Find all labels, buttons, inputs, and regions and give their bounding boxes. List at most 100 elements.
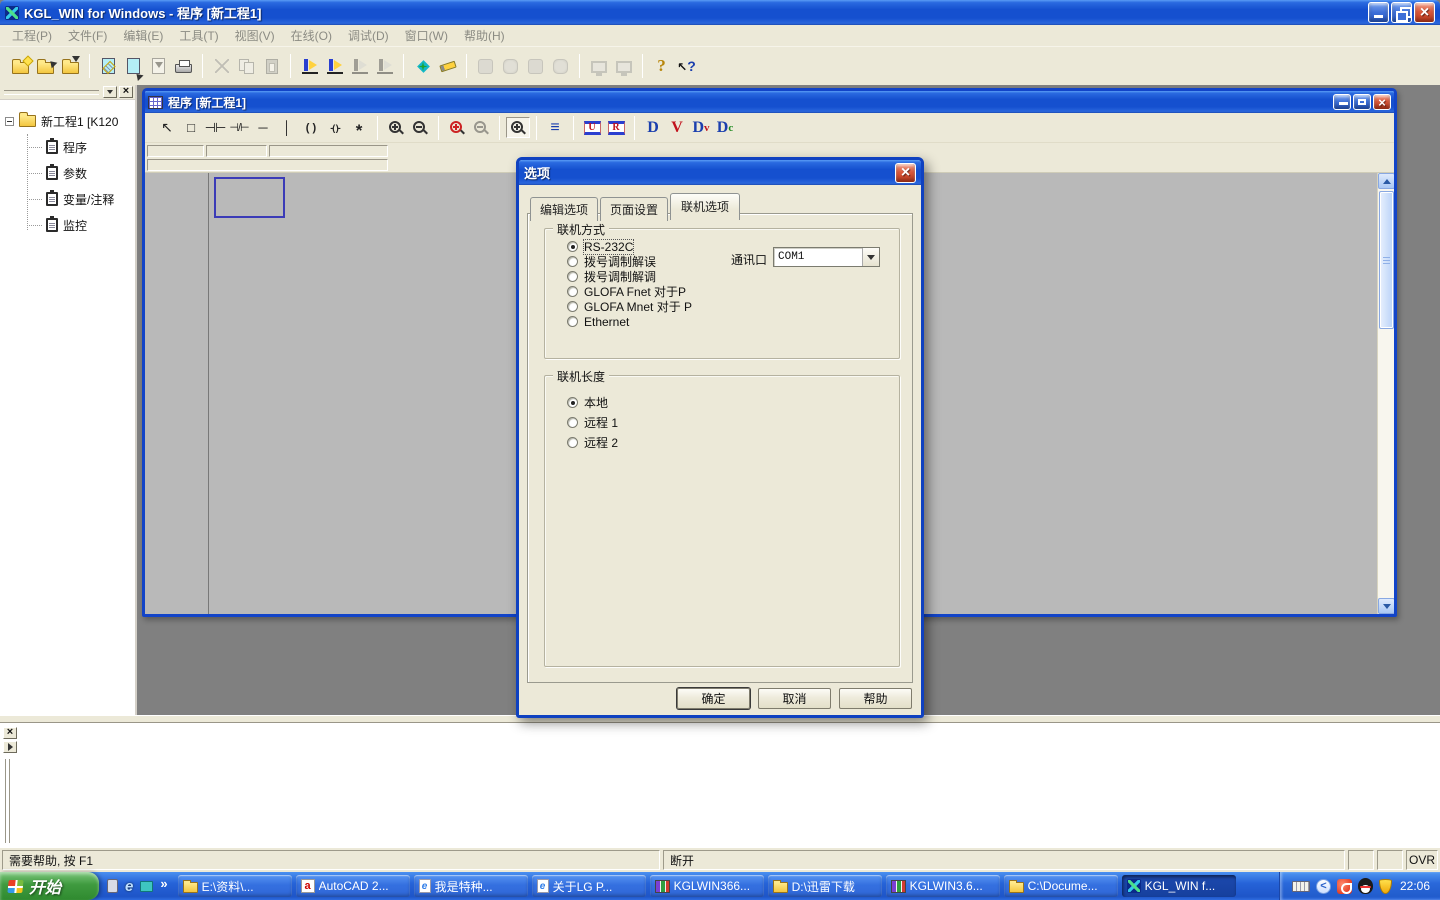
help-icon[interactable] bbox=[649, 54, 674, 78]
write-to-plc-icon[interactable] bbox=[586, 54, 611, 78]
output-grip[interactable] bbox=[5, 759, 10, 843]
task-winrar-2[interactable]: KGLWIN3.6... bbox=[886, 875, 1000, 897]
menu-edit[interactable]: 编辑(E) bbox=[115, 24, 171, 47]
menu-help[interactable]: 帮助(H) bbox=[456, 24, 513, 47]
task-autocad[interactable]: AutoCAD 2... bbox=[296, 875, 410, 897]
field-cell[interactable] bbox=[147, 145, 204, 157]
menu-file[interactable]: 文件(F) bbox=[60, 24, 115, 47]
red-app-icon[interactable] bbox=[1337, 879, 1352, 894]
zoom-normal-icon[interactable] bbox=[445, 117, 469, 138]
ok-button[interactable]: 确定 bbox=[677, 688, 750, 709]
zoom-in-icon[interactable] bbox=[384, 117, 408, 138]
menu-project[interactable]: 工程(P) bbox=[4, 24, 60, 47]
tab-page-setup[interactable]: 页面设置 bbox=[600, 197, 668, 221]
tree-item-parameters[interactable]: 参数 bbox=[0, 160, 135, 186]
function-block-icon[interactable] bbox=[347, 117, 371, 138]
start-button[interactable]: 开始 bbox=[0, 872, 99, 900]
zoom-out-icon[interactable] bbox=[408, 117, 432, 138]
coil-icon[interactable] bbox=[299, 117, 323, 138]
restore-button[interactable] bbox=[1391, 2, 1412, 23]
data-v-icon[interactable] bbox=[665, 117, 689, 138]
horizontal-line-icon[interactable] bbox=[251, 117, 275, 138]
qq-icon[interactable] bbox=[1358, 878, 1373, 894]
shield-icon[interactable] bbox=[1379, 879, 1392, 894]
insert-rung-alt-icon[interactable] bbox=[322, 54, 347, 78]
select-arrow-icon[interactable] bbox=[155, 117, 179, 138]
vertical-scrollbar[interactable] bbox=[1377, 173, 1394, 614]
delete-rung-alt-icon[interactable] bbox=[372, 54, 397, 78]
tab-edit-options[interactable]: 编辑选项 bbox=[530, 197, 598, 221]
task-kglwin[interactable]: KGL_WIN f... bbox=[1122, 875, 1236, 897]
collapse-icon[interactable] bbox=[5, 117, 14, 126]
print-icon[interactable] bbox=[171, 54, 196, 78]
chevron-left-icon[interactable] bbox=[1316, 879, 1331, 894]
desktop-icon[interactable] bbox=[140, 881, 153, 892]
contact-closed-icon[interactable] bbox=[227, 117, 251, 138]
paste-icon[interactable] bbox=[259, 54, 284, 78]
pause-icon[interactable] bbox=[523, 54, 548, 78]
radio-local[interactable]: 本地 bbox=[567, 392, 899, 412]
radio-remote-2[interactable]: 远程 2 bbox=[567, 432, 899, 452]
panel-dropdown-icon[interactable] bbox=[103, 86, 117, 98]
device-icon[interactable] bbox=[107, 879, 118, 893]
contact-open-icon[interactable] bbox=[203, 117, 227, 138]
menu-window[interactable]: 窗口(W) bbox=[397, 24, 456, 47]
delete-rung-icon[interactable] bbox=[347, 54, 372, 78]
scroll-down-icon[interactable] bbox=[1378, 598, 1394, 614]
vertical-line-icon[interactable] bbox=[275, 117, 299, 138]
task-browser-2[interactable]: 关于LG P... bbox=[532, 875, 646, 897]
menu-tools[interactable]: 工具(T) bbox=[171, 24, 226, 47]
tree-root[interactable]: 新工程1 [K120 bbox=[0, 108, 135, 134]
panel-close-icon[interactable] bbox=[119, 86, 133, 98]
coil-set-u-icon[interactable] bbox=[580, 117, 604, 138]
help-button[interactable]: 帮助 bbox=[839, 688, 912, 709]
open-program-icon[interactable] bbox=[121, 54, 146, 78]
task-explorer-c[interactable]: C:\Docume... bbox=[1004, 875, 1118, 897]
output-close-icon[interactable] bbox=[3, 727, 17, 739]
radio-glofa-fnet[interactable]: GLOFA Fnet 对于P bbox=[567, 284, 899, 299]
keyboard-icon[interactable] bbox=[1292, 881, 1310, 892]
read-from-plc-icon[interactable] bbox=[611, 54, 636, 78]
new-project-icon[interactable] bbox=[8, 54, 33, 78]
data-d-icon[interactable] bbox=[641, 117, 665, 138]
tree-item-monitor[interactable]: 监控 bbox=[0, 212, 135, 238]
cut-icon[interactable] bbox=[209, 54, 234, 78]
zoom-gray-icon[interactable] bbox=[469, 117, 493, 138]
menu-online[interactable]: 在线(O) bbox=[283, 24, 340, 47]
tree-item-program[interactable]: 程序 bbox=[0, 134, 135, 160]
radio-glofa-mnet[interactable]: GLOFA Mnet 对于 P bbox=[567, 299, 899, 314]
data-dv-icon[interactable] bbox=[689, 117, 713, 138]
context-help-icon[interactable] bbox=[674, 54, 699, 78]
radio-remote-1[interactable]: 远程 1 bbox=[567, 412, 899, 432]
task-explorer-e[interactable]: E:\资料\... bbox=[178, 875, 292, 897]
menu-view[interactable]: 视图(V) bbox=[227, 24, 283, 47]
scroll-up-icon[interactable] bbox=[1378, 173, 1394, 189]
mode-change-icon[interactable] bbox=[548, 54, 573, 78]
minimize-button[interactable] bbox=[1368, 2, 1389, 23]
cancel-button[interactable]: 取消 bbox=[758, 688, 831, 709]
zoom-area-icon[interactable] bbox=[506, 117, 530, 138]
task-explorer-d[interactable]: D:\迅雷下载 bbox=[768, 875, 882, 897]
rung-lines-icon[interactable] bbox=[543, 117, 567, 138]
field-cell-wide[interactable] bbox=[147, 159, 388, 171]
data-dc-icon[interactable] bbox=[713, 117, 737, 138]
output-expand-icon[interactable] bbox=[3, 741, 17, 753]
save-project-icon[interactable] bbox=[58, 54, 83, 78]
check-program-icon[interactable] bbox=[435, 54, 460, 78]
child-minimize-button[interactable] bbox=[1333, 94, 1351, 110]
coil-reset-r-icon[interactable] bbox=[604, 117, 628, 138]
scrollbar-thumb[interactable] bbox=[1379, 191, 1394, 329]
radio-dialup-modem-2[interactable]: 拨号调制解调 bbox=[567, 269, 899, 284]
ie-icon[interactable] bbox=[125, 878, 133, 895]
stop-icon[interactable] bbox=[498, 54, 523, 78]
field-cell[interactable] bbox=[206, 145, 267, 157]
field-cell[interactable] bbox=[269, 145, 388, 157]
go-run-icon[interactable] bbox=[473, 54, 498, 78]
output-coil-icon[interactable] bbox=[323, 117, 347, 138]
save-program-icon[interactable] bbox=[146, 54, 171, 78]
insert-rung-icon[interactable] bbox=[297, 54, 322, 78]
open-project-icon[interactable] bbox=[33, 54, 58, 78]
chevron-more-icon[interactable] bbox=[160, 876, 167, 891]
tree-item-variables[interactable]: 变量/注释 bbox=[0, 186, 135, 212]
comm-port-select[interactable]: COM1 bbox=[773, 247, 880, 267]
